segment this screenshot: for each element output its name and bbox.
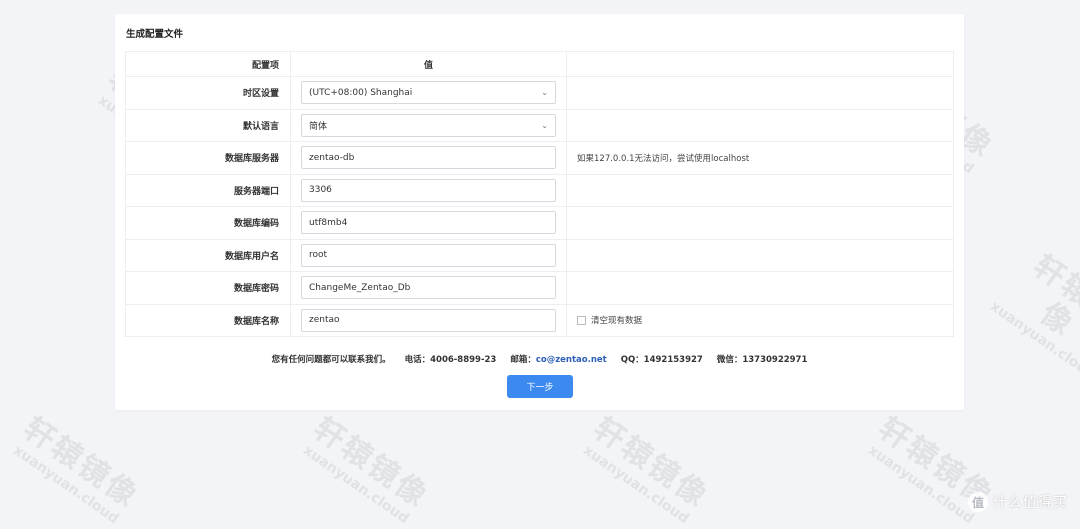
- db-password-input[interactable]: ChangeMe_Zentao_Db: [301, 276, 556, 300]
- table-row: 数据库用户名 root: [125, 238, 954, 272]
- row-label: 数据库服务器: [125, 141, 291, 175]
- db-encoding-value: utf8mb4: [309, 217, 348, 228]
- contact-intro: 您有任何问题都可以联系我们。: [271, 355, 391, 365]
- db-host-hint: 如果127.0.0.1无法访问，尝试使用localhost: [566, 141, 954, 175]
- card-title: 生成配置文件: [126, 29, 184, 40]
- header-value: 值: [290, 51, 567, 77]
- db-encoding-input[interactable]: utf8mb4: [301, 211, 556, 235]
- table-row: 数据库服务器 zentao-db 如果127.0.0.1无法访问，尝试使用loc…: [125, 141, 954, 175]
- email-label: 邮箱：: [510, 355, 536, 365]
- contact-qq: QQ：1492153927: [620, 355, 703, 365]
- db-name-value: zentao: [309, 315, 340, 326]
- row-label: 数据库编码: [125, 206, 291, 240]
- table-row: 时区设置 (UTC+08:00) Shanghai ⌄: [125, 76, 954, 110]
- chevron-down-icon: ⌄: [541, 120, 548, 130]
- row-note: [566, 76, 954, 110]
- db-host-value: zentao-db: [309, 152, 355, 163]
- row-label: 数据库用户名: [125, 238, 291, 272]
- timezone-select[interactable]: (UTC+08:00) Shanghai ⌄: [301, 81, 556, 105]
- config-card: 生成配置文件 配置项 值 时区设置 (UTC+08:00) Shanghai ⌄ …: [115, 14, 964, 410]
- db-user-value: root: [309, 250, 328, 261]
- row-label: 服务器端口: [125, 173, 291, 207]
- contact-email: 邮箱：co@zentao.net: [510, 355, 606, 365]
- table-row: 数据库密码 ChangeMe_Zentao_Db: [125, 271, 954, 305]
- table-row: 数据库编码 utf8mb4: [125, 206, 954, 240]
- watermark: 轩辕镜像xuanyuan.cloud: [986, 248, 1080, 384]
- db-port-value: 3306: [309, 185, 332, 196]
- language-value: 简体: [309, 121, 328, 132]
- checkbox-icon[interactable]: [577, 316, 586, 326]
- contact-phone: 电话：4006-8899-23: [404, 355, 497, 365]
- row-label: 数据库密码: [125, 271, 291, 305]
- table-row: 数据库名称 zentao 清空现有数据: [125, 303, 954, 337]
- watermark: 轩辕镜像xuanyuan.cloud: [10, 410, 146, 527]
- brand-logo-icon: 值: [968, 492, 988, 512]
- db-password-value: ChangeMe_Zentao_Db: [309, 282, 411, 293]
- db-port-input[interactable]: 3306: [301, 178, 556, 202]
- clear-data-label: 清空现有数据: [591, 316, 643, 327]
- db-user-input[interactable]: root: [301, 243, 556, 267]
- row-note: [566, 271, 954, 305]
- email-link[interactable]: co@zentao.net: [536, 355, 607, 365]
- row-note: [566, 108, 954, 142]
- timezone-value: (UTC+08:00) Shanghai: [309, 87, 413, 98]
- row-label: 时区设置: [125, 76, 291, 110]
- row-note: [566, 238, 954, 272]
- contact-wechat: 微信：13730922971: [716, 355, 808, 365]
- config-table: 配置项 值 时区设置 (UTC+08:00) Shanghai ⌄ 默认语言 简体…: [125, 51, 954, 337]
- next-step-button[interactable]: 下一步: [507, 375, 573, 398]
- contact-info: 您有任何问题都可以联系我们。 电话：4006-8899-23 邮箱：co@zenta…: [115, 353, 964, 365]
- row-label: 数据库名称: [125, 303, 291, 337]
- language-select[interactable]: 简体 ⌄: [301, 113, 556, 137]
- row-label: 默认语言: [125, 108, 291, 142]
- watermark: 轩辕镜像xuanyuan.cloud: [300, 410, 436, 527]
- clear-data-option[interactable]: 清空现有数据: [566, 303, 954, 337]
- row-note: [566, 173, 954, 207]
- table-row: 服务器端口 3306: [125, 173, 954, 207]
- db-name-input[interactable]: zentao: [301, 308, 556, 332]
- table-header-row: 配置项 值: [125, 51, 954, 77]
- brand-watermark: 值 什么值得买: [968, 492, 1068, 512]
- header-config-item: 配置项: [125, 51, 291, 77]
- header-note: [566, 51, 954, 77]
- brand-text: 什么值得买: [993, 495, 1068, 511]
- chevron-down-icon: ⌄: [541, 88, 548, 98]
- watermark: 轩辕镜像xuanyuan.cloud: [580, 410, 716, 527]
- row-note: [566, 206, 954, 240]
- table-row: 默认语言 简体 ⌄: [125, 108, 954, 142]
- db-host-input[interactable]: zentao-db: [301, 146, 556, 170]
